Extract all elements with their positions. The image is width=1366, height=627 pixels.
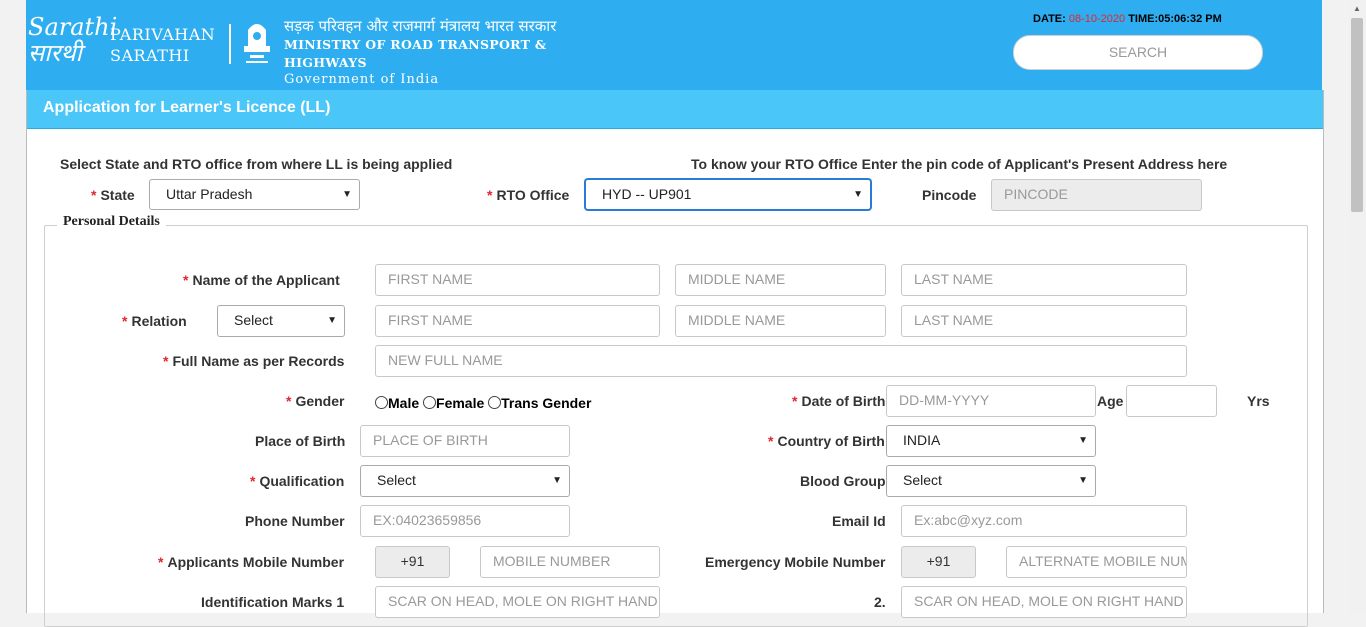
qualification-label: * Qualification bbox=[250, 473, 345, 489]
date-time: DATE: 08-10-2020 TIME:05:06:32 PM bbox=[1033, 13, 1222, 25]
gender-radio-group: Male Female Trans Gender bbox=[375, 395, 591, 411]
full-name-input[interactable]: NEW FULL NAME bbox=[375, 345, 1187, 377]
mobile-number-input[interactable]: MOBILE NUMBER bbox=[480, 546, 660, 578]
mobile-country-code: +91 bbox=[375, 546, 450, 578]
panel-title-bar: Application for Learner's Licence (LL) bbox=[27, 90, 1323, 129]
page-title: Application for Learner's Licence (LL) bbox=[43, 99, 331, 116]
relation-label: * Relation bbox=[122, 313, 187, 329]
country-of-birth-label: * Country of Birth bbox=[768, 433, 885, 449]
age-input[interactable] bbox=[1126, 385, 1217, 417]
application-panel: Application for Learner's Licence (LL) S… bbox=[26, 90, 1324, 627]
age-label: Age bbox=[1097, 393, 1124, 409]
gender-label: * Gender bbox=[286, 393, 345, 409]
ministry-title: सड़क परिवहन और राजमार्ग मंत्रालय भारत सर… bbox=[284, 16, 618, 88]
dob-label: * Date of Birth bbox=[792, 393, 886, 409]
pincode-note: To know your RTO Office Enter the pin co… bbox=[691, 156, 1228, 172]
relation-select[interactable]: Select ▼ bbox=[217, 305, 345, 337]
relation-middle-name-input[interactable]: MIDDLE NAME bbox=[675, 305, 886, 337]
gender-trans-label: Trans Gender bbox=[501, 395, 592, 411]
applicant-last-name-input[interactable]: LAST NAME bbox=[901, 264, 1187, 296]
logo-banner[interactable]: Sarathi सारथी PARIVAHAN SARATHI सड़क परि… bbox=[26, 10, 618, 87]
personal-details-legend: Personal Details bbox=[57, 214, 166, 230]
ministry-hindi: सड़क परिवहन और राजमार्ग मंत्रालय भारत सर… bbox=[284, 17, 557, 35]
emergency-country-code: +91 bbox=[901, 546, 976, 578]
scrollbar-thumb[interactable] bbox=[1351, 18, 1363, 212]
place-of-birth-label: Place of Birth bbox=[255, 433, 346, 449]
emergency-mobile-label: Emergency Mobile Number bbox=[705, 554, 886, 570]
gender-trans-radio[interactable] bbox=[488, 396, 502, 409]
chevron-down-icon: ▼ bbox=[853, 189, 863, 200]
gender-female-radio[interactable] bbox=[423, 396, 437, 409]
time-value: 05:06:32 PM bbox=[1158, 13, 1222, 25]
identification-marks-label: Identification Marks 1 bbox=[201, 594, 345, 610]
time-label: TIME: bbox=[1128, 13, 1159, 25]
place-of-birth-input[interactable]: PLACE OF BIRTH bbox=[360, 425, 570, 457]
pincode-label: Pincode bbox=[922, 187, 977, 203]
emergency-mobile-input[interactable]: ALTERNATE MOBILE NUMBER bbox=[1006, 546, 1187, 578]
brand-name: PARIVAHAN SARATHI bbox=[110, 24, 215, 66]
applicant-middle-name-input[interactable]: MIDDLE NAME bbox=[675, 264, 886, 296]
identification-mark-1-input[interactable]: SCAR ON HEAD, MOLE ON RIGHT HAND bbox=[375, 586, 660, 618]
relation-first-name-input[interactable]: FIRST NAME bbox=[375, 305, 660, 337]
chevron-down-icon: ▼ bbox=[327, 315, 337, 326]
mobile-number-label: * Applicants Mobile Number bbox=[158, 554, 345, 570]
sarathi-logo: Sarathi सारथी bbox=[28, 13, 118, 67]
dob-input[interactable]: DD-MM-YYYY bbox=[886, 385, 1096, 417]
full-name-label: * Full Name as per Records bbox=[163, 353, 345, 369]
header-divider bbox=[229, 24, 231, 64]
gender-male-label: Male bbox=[388, 395, 420, 411]
phone-number-label: Phone Number bbox=[245, 513, 345, 529]
site-header: Sarathi सारथी PARIVAHAN SARATHI सड़क परि… bbox=[26, 0, 1322, 90]
state-select[interactable]: Uttar Pradesh ▼ bbox=[149, 179, 360, 210]
state-label: * State bbox=[91, 187, 135, 203]
pincode-input[interactable]: PINCODE bbox=[991, 179, 1202, 211]
search-input[interactable]: SEARCH bbox=[1013, 35, 1263, 70]
applicant-name-label: * Name of the Applicant bbox=[183, 272, 340, 288]
years-label: Yrs bbox=[1247, 393, 1270, 409]
scroll-up-arrow-icon[interactable]: ▲ bbox=[1353, 4, 1361, 13]
identification-mark-2-input[interactable]: SCAR ON HEAD, MOLE ON RIGHT HAND bbox=[901, 586, 1187, 618]
chevron-down-icon: ▼ bbox=[552, 475, 562, 486]
chevron-down-icon: ▼ bbox=[342, 189, 352, 200]
national-emblem-icon bbox=[244, 24, 270, 63]
phone-number-input[interactable]: EX:04023659856 bbox=[360, 505, 570, 537]
rto-office-label: * RTO Office bbox=[487, 187, 570, 203]
email-input[interactable]: Ex:abc@xyz.com bbox=[901, 505, 1187, 537]
page-scrollbar[interactable]: ▲ bbox=[1349, 0, 1366, 613]
blood-group-label: Blood Group bbox=[800, 473, 886, 489]
country-of-birth-select[interactable]: INDIA ▼ bbox=[886, 425, 1096, 457]
select-state-note: Select State and RTO office from where L… bbox=[60, 156, 453, 172]
gender-male-radio[interactable] bbox=[375, 396, 388, 409]
chevron-down-icon: ▼ bbox=[1078, 475, 1088, 486]
chevron-down-icon: ▼ bbox=[1078, 435, 1088, 446]
relation-last-name-input[interactable]: LAST NAME bbox=[901, 305, 1187, 337]
gender-female-label: Female bbox=[436, 395, 485, 411]
applicant-first-name-input[interactable]: FIRST NAME bbox=[375, 264, 660, 296]
rto-office-select[interactable]: HYD -- UP901 ▼ bbox=[585, 179, 871, 210]
blood-group-select[interactable]: Select ▼ bbox=[886, 465, 1096, 497]
government-label: Government of India bbox=[284, 72, 440, 87]
date-label: DATE: bbox=[1033, 13, 1066, 25]
brand-line-2: SARATHI bbox=[110, 46, 190, 65]
email-label: Email Id bbox=[832, 513, 886, 529]
brand-line-1: PARIVAHAN bbox=[110, 25, 216, 44]
ministry-english: MINISTRY OF ROAD TRANSPORT & HIGHWAYS bbox=[284, 37, 547, 70]
date-value: 08-10-2020 bbox=[1068, 13, 1126, 25]
identification-mark-2-label: 2. bbox=[874, 594, 886, 610]
qualification-select[interactable]: Select ▼ bbox=[360, 465, 570, 497]
